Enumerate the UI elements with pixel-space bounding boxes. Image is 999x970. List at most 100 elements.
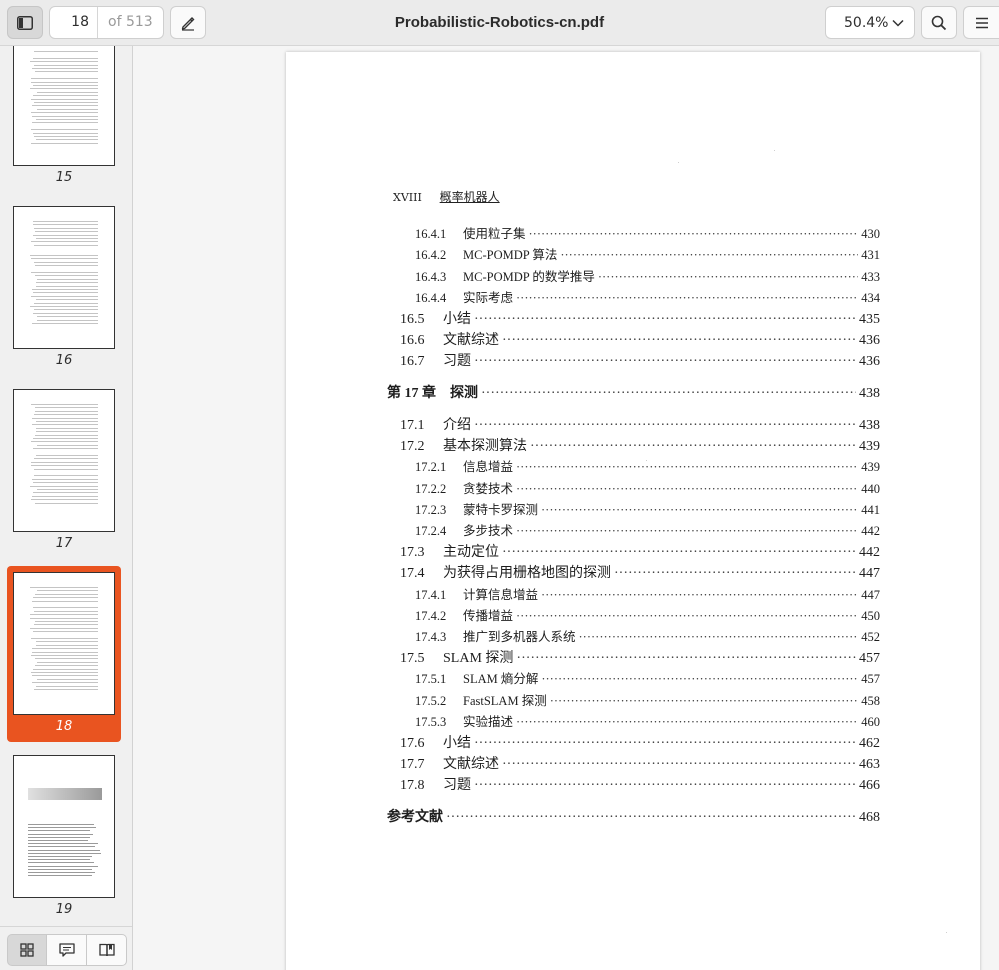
- thumbnail-text-line: [36, 455, 98, 456]
- page-thumbnail-15[interactable]: [13, 46, 115, 166]
- thumbnail-text-line: [33, 132, 98, 134]
- thumbnail-text-line: [31, 258, 98, 260]
- thumbnail-text-line: [36, 119, 98, 120]
- toc-leader-dots: ········································…: [541, 588, 859, 602]
- toc-entry[interactable]: 17.2.2 贪婪技术 ······························…: [415, 479, 880, 497]
- toc-entry[interactable]: 参考文献 ····································…: [387, 807, 880, 826]
- header-bar: 18 of 513 Probabilistic-Robotics-cn.pdf …: [0, 0, 999, 46]
- thumbnail-text-line: [36, 427, 98, 429]
- toc-leader-dots: ········································…: [502, 333, 856, 348]
- toc-entry[interactable]: 17.4.3 推广到多机器人系统 ·························…: [415, 627, 880, 645]
- page-thumbnail-18[interactable]: [13, 572, 115, 715]
- toc-leader-dots: ········································…: [516, 609, 858, 623]
- toc-entry-title: 探测: [450, 386, 478, 401]
- thumbnail-text-line: [32, 122, 98, 124]
- toc-entry-title: 为获得占用栅格地图的探测: [443, 566, 611, 581]
- toc-entry[interactable]: 17.1 介绍 ··································…: [400, 415, 880, 434]
- toc-entry[interactable]: 17.2.1 信息增益 ······························…: [415, 457, 880, 475]
- toc-entry-page: 458: [861, 694, 880, 708]
- zoom-dropdown[interactable]: 50.4%: [825, 6, 915, 39]
- toc-entry-number: 17.5.1: [415, 672, 447, 686]
- thumbnail-text-line: [37, 661, 98, 663]
- thumbnail-text-line: [34, 64, 98, 66]
- toc-entry[interactable]: 17.7 文献综述 ································…: [400, 754, 880, 773]
- toc-leader-dots: ········································…: [474, 418, 856, 433]
- toc-entry-title: 计算信息增益: [463, 588, 539, 602]
- toc-entry[interactable]: 17.5.1 SLAM 熵分解 ··························…: [415, 669, 880, 687]
- chevron-down-icon: [892, 19, 904, 27]
- thumbnail-text-line: [34, 458, 98, 460]
- thumbnail-text-line: [33, 57, 98, 59]
- toc-entry[interactable]: 17.4 为获得占用栅格地图的探测 ························…: [400, 563, 880, 582]
- thumbnail-text-line: [37, 278, 98, 280]
- toc-entry-page: 434: [861, 291, 880, 305]
- toc-entry-page: 463: [859, 757, 880, 772]
- toc-entry[interactable]: 16.4.1 使用粒子集 ·····························…: [415, 224, 880, 242]
- toc-entry[interactable]: 第 17 章探测 ································…: [387, 383, 880, 402]
- toc-leader-dots: ········································…: [516, 651, 856, 666]
- toc-entry-page: 430: [861, 227, 880, 241]
- page-number-input[interactable]: 18: [50, 7, 98, 38]
- toc-entry[interactable]: 17.2.3 蒙特卡罗探测 ····························…: [415, 500, 880, 518]
- main-menu-button[interactable]: [963, 6, 999, 39]
- toc-entry[interactable]: 17.8 习题 ··································…: [400, 775, 880, 794]
- toc-entry[interactable]: 17.4.2 传播增益 ······························…: [415, 606, 880, 624]
- thumbnail-text-line: [35, 621, 98, 622]
- thumbnail-text-line: [30, 485, 98, 487]
- toc-entry[interactable]: 17.4.1 计算信息增益 ····························…: [415, 585, 880, 603]
- toc-entry-page: 438: [859, 386, 880, 401]
- document-view[interactable]: XVIII 概率机器人 16.4.1 使用粒子集 ·················…: [133, 46, 999, 970]
- toc-entry-page: 435: [859, 312, 880, 327]
- bookmarks-view-button[interactable]: [87, 934, 127, 966]
- toc-entry[interactable]: 17.2 基本探测算法 ······························…: [400, 436, 880, 455]
- annotate-button[interactable]: [170, 6, 206, 39]
- thumbnail-text-line: [30, 88, 98, 90]
- toc-entry[interactable]: 17.5.2 FastSLAM 探测 ·······················…: [415, 691, 880, 709]
- annotations-view-button[interactable]: [47, 934, 87, 966]
- thumbnail-text-line: [35, 265, 98, 267]
- sidebar-toggle-button[interactable]: [7, 6, 43, 39]
- toc-entry-title: SLAM 探测: [443, 651, 514, 666]
- thumbnail-text-line: [36, 685, 98, 687]
- toc-entry[interactable]: 17.3 主动定位 ································…: [400, 542, 880, 561]
- toc-entry-page: 457: [859, 651, 880, 666]
- toc-entry[interactable]: 16.4.4 实际考虑 ······························…: [415, 288, 880, 306]
- toc-entry[interactable]: 16.7 习题 ··································…: [400, 351, 880, 370]
- toc-entry[interactable]: 17.5 SLAM 探测 ·····························…: [400, 648, 880, 667]
- toc-entry[interactable]: 17.2.4 多步技术 ······························…: [415, 521, 880, 539]
- toc-entry-number: 16.4.3: [415, 270, 447, 284]
- toc-entry-title: MC-POMDP 算法: [463, 248, 558, 262]
- search-button[interactable]: [921, 6, 957, 39]
- toc-entry[interactable]: 17.6 小结 ··································…: [400, 733, 880, 752]
- thumbnail-text-line: [31, 404, 98, 405]
- thumbnail-text-line: [33, 668, 98, 670]
- toc-entry-number: 17.4: [400, 566, 425, 581]
- toc-entry[interactable]: 16.6 文献综述 ································…: [400, 330, 880, 349]
- page-thumbnail-16[interactable]: [13, 206, 115, 349]
- page-thumbnail-19[interactable]: [13, 755, 115, 898]
- toc-entry[interactable]: 16.5 小结 ··································…: [400, 309, 880, 328]
- sidebar-icon: [17, 15, 33, 30]
- page-thumbnail-17[interactable]: [13, 389, 115, 532]
- thumbnail-text-line: [36, 139, 98, 141]
- toc-entry-title: 文献综述: [443, 757, 499, 772]
- thumbnail-text-line: [28, 856, 92, 857]
- thumbnail-text-line: [28, 843, 98, 845]
- page-number-field[interactable]: 18 of 513: [49, 6, 164, 39]
- toc-entry[interactable]: 17.5.3 实验描述 ······························…: [415, 712, 880, 730]
- toc-entry[interactable]: 16.4.2 MC-POMDP 算法 ·······················…: [415, 245, 880, 263]
- toc-leader-dots: ········································…: [560, 248, 858, 262]
- toc-entry-number: 第 17 章: [387, 386, 436, 401]
- thumbnail-text-line: [32, 478, 98, 480]
- thumbnail-text-line: [37, 489, 98, 490]
- thumbnail-text-line: [32, 115, 98, 117]
- thumbnails-view-button[interactable]: [7, 934, 47, 966]
- toc-entry-page: 457: [861, 672, 880, 686]
- thumbnail-text-line: [31, 499, 98, 501]
- toc-entry[interactable]: 16.4.3 MC-POMDP 的数学推导 ····················…: [415, 267, 880, 285]
- toc-entry-number: 17.2.4: [415, 524, 447, 538]
- toc-entry-number: 16.4.2: [415, 248, 447, 262]
- toc-leader-dots: ········································…: [516, 482, 858, 496]
- thumbnail-text-line: [30, 617, 98, 619]
- thumbnail-text-line: [35, 434, 98, 436]
